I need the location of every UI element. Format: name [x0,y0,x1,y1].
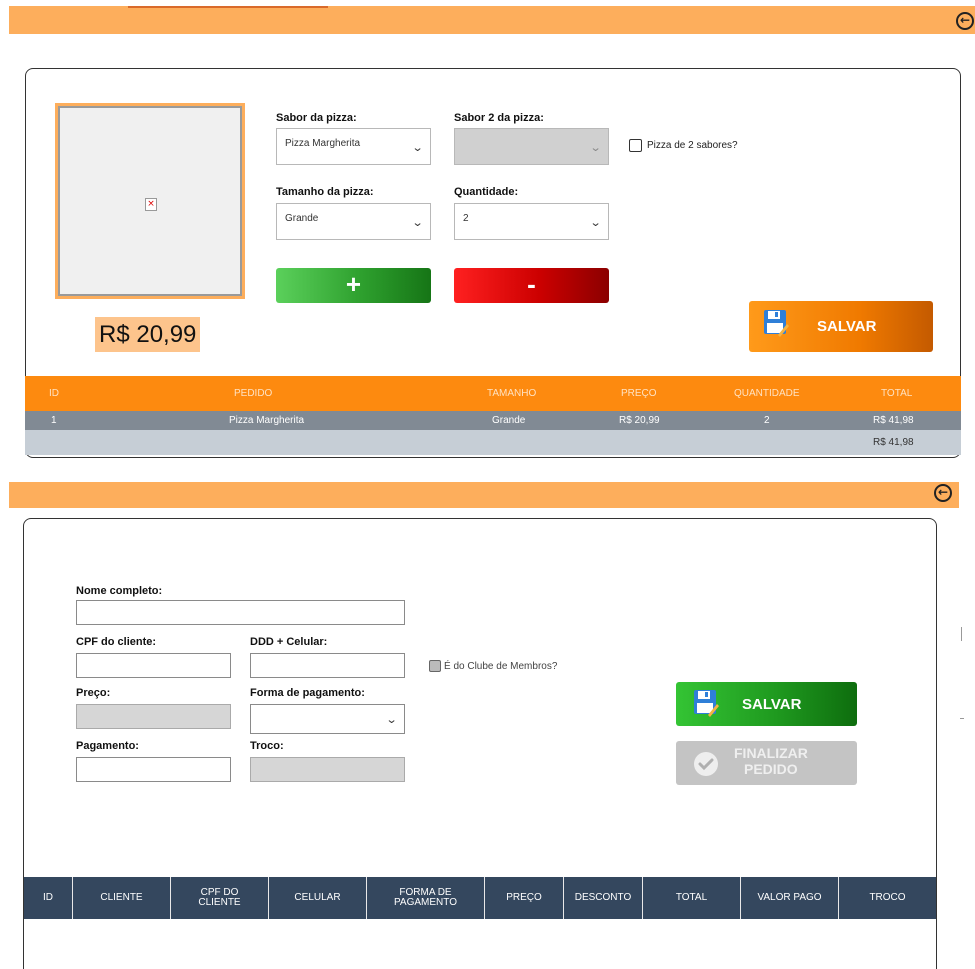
save-customer-label: SALVAR [742,696,802,713]
top-bar [9,482,959,508]
edge-mark [961,627,962,641]
member-label: É do Clube de Membros? [444,661,558,672]
cell-id: 1 [51,415,57,426]
flavor-select-value: Pizza Margherita [285,138,361,149]
pizza-image: × [55,103,245,299]
col-quantity: QUANTIDADE [734,388,800,399]
col-price: PREÇO [484,877,563,919]
flavor-select[interactable]: Pizza Margherita ⌄ [276,128,431,165]
broken-image-icon: × [145,198,157,211]
size-select[interactable]: Grande ⌄ [276,203,431,240]
floppy-disk-icon [764,310,789,337]
col-client: CLIENTE [72,877,170,919]
cell-quantity: 2 [764,415,770,426]
chevron-down-icon: ⌄ [411,216,424,229]
chevron-down-icon: ⌄ [411,141,424,154]
top-bar [9,6,975,34]
col-price: PREÇO [621,388,657,399]
back-icon[interactable]: ← [934,484,952,502]
price-field[interactable] [76,704,231,729]
size-select-value: Grande [285,213,319,224]
chevron-down-icon: ⌄ [589,141,602,154]
payment-method-label: Forma de pagamento: [250,687,365,699]
two-flavors-checkbox[interactable] [629,139,642,152]
change-label: Troco: [250,740,284,752]
phone-field[interactable] [250,653,405,678]
cell-total: R$ 41,98 [873,415,914,426]
back-icon[interactable]: ← [956,12,974,30]
finalize-line1: FINALIZAR [734,745,808,761]
edge-mark [960,718,964,719]
cell-size: Grande [492,415,526,426]
size-label: Tamanho da pizza: [276,186,374,198]
flavor2-label: Sabor 2 da pizza: [454,112,544,124]
chevron-down-icon: ⌄ [589,216,602,229]
col-discount: DESCONTO [563,877,642,919]
member-checkbox[interactable] [429,660,441,672]
col-total-label: TOTAL [675,892,708,903]
col-total: TOTAL [881,388,913,399]
col-id: ID [49,388,59,399]
cpf-label: CPF do cliente: [76,636,157,648]
remove-item-button[interactable]: - [454,268,609,303]
flavor-label: Sabor da pizza: [276,112,357,124]
col-phone: CELULAR [268,877,366,919]
price-label: Preço: [76,687,111,699]
col-total: TOTAL [642,877,740,919]
cell-order: Pizza Margherita [229,415,305,426]
quantity-label: Quantidade: [454,186,519,198]
col-phone-label: CELULAR [294,892,341,903]
col-change-label: TROCO [869,892,906,903]
unit-price: R$ 20,99 [95,317,201,352]
finalize-order-button[interactable]: FINALIZAR PEDIDO [676,741,857,785]
payment-method-select[interactable]: ⌄ [250,704,405,734]
save-customer-button[interactable]: SALVAR [676,682,857,726]
chevron-down-icon: ⌄ [385,713,398,726]
quantity-select[interactable]: 2 ⌄ [454,203,609,240]
check-circle-icon [694,752,718,776]
footer-total: R$ 41,98 [873,437,914,448]
full-name-field[interactable] [76,600,405,625]
col-change: TROCO [838,877,936,919]
finalize-line2: PEDIDO [744,761,798,777]
col-paid-label: VALOR PAGO [757,892,822,903]
col-size: TAMANHO [487,388,537,399]
cell-price: R$ 20,99 [619,415,660,426]
col-discount-label: DESCONTO [574,892,632,903]
col-price-label: PREÇO [506,892,542,903]
quantity-select-value: 2 [463,213,469,224]
save-order-button[interactable]: SALVAR [749,301,933,352]
cpf-field[interactable] [76,653,231,678]
col-cpf: CPF DO CLIENTE [170,877,268,919]
floppy-disk-icon [694,690,719,717]
col-order: PEDIDO [234,388,273,399]
col-paid: VALOR PAGO [740,877,838,919]
add-item-button[interactable]: + [276,268,431,303]
flavor2-select[interactable]: ⌄ [454,128,609,165]
two-flavors-label: Pizza de 2 sabores? [647,140,738,151]
payment-label: Pagamento: [76,740,139,752]
col-id-label: ID [43,892,53,903]
top-bar-tab-strip [128,6,328,8]
payment-field[interactable] [76,757,231,782]
full-name-label: Nome completo: [76,585,163,597]
table-row[interactable]: 1 Pizza Margherita Grande R$ 20,99 2 R$ … [25,411,961,430]
col-payment-method: FORMA DE PAGAMENTO [366,877,484,919]
table-footer: R$ 41,98 [25,430,961,455]
save-order-label: SALVAR [817,318,877,335]
col-client-label: CLIENTE [100,892,143,903]
customer-table-header: ID CLIENTE CPF DO CLIENTE CELULAR FORMA … [24,877,936,919]
col-payment-line2: PAGAMENTO [394,897,457,908]
order-table-header: ID PEDIDO TAMANHO PREÇO QUANTIDADE TOTAL [25,376,961,411]
change-field[interactable] [250,757,405,782]
col-id: ID [24,877,72,919]
col-cpf-line2: CLIENTE [198,897,241,908]
phone-label: DDD + Celular: [250,636,328,648]
